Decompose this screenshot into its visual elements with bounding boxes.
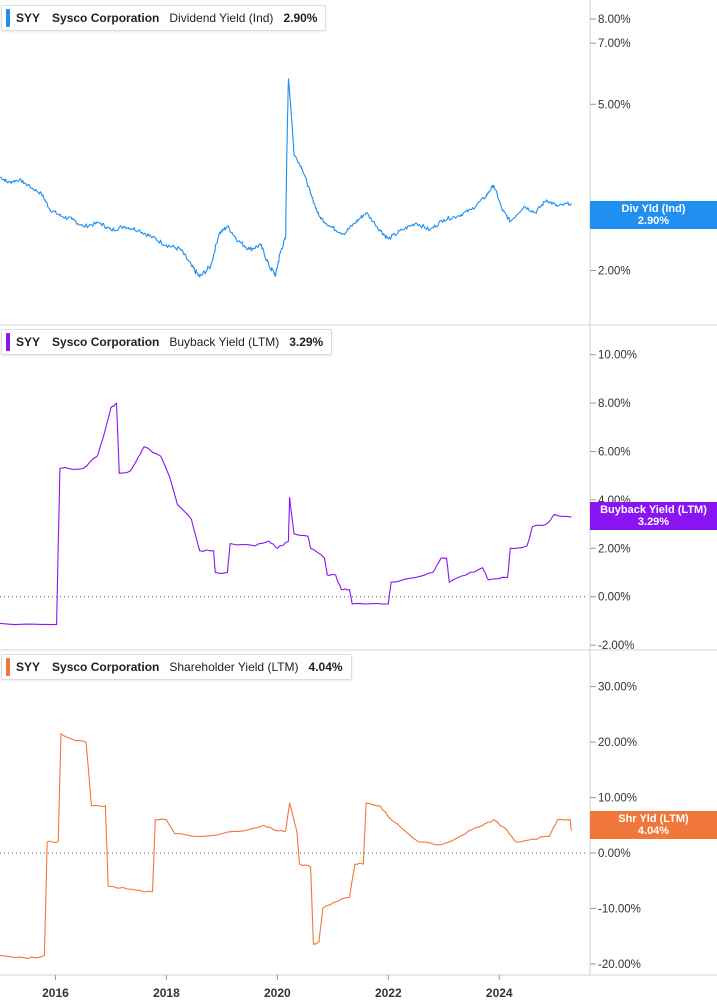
legend-value: 4.04% xyxy=(308,660,343,674)
legend-metric: Dividend Yield (Ind) xyxy=(169,11,274,25)
legend-ticker: SYY xyxy=(16,660,41,674)
legend-value: 2.90% xyxy=(283,11,318,25)
tag-value: 4.04% xyxy=(637,825,670,837)
buyback-series-line xyxy=(0,402,572,626)
tag-label: Shr Yld (LTM) xyxy=(618,813,689,825)
y-tick-label: 8.00% xyxy=(598,14,631,26)
x-tick-label: 2022 xyxy=(375,986,402,1000)
y-tick-label: 0.00% xyxy=(598,848,631,860)
y-tick-label: 8.00% xyxy=(598,398,631,410)
dividend-value-tag: Div Yld (Ind) 2.90% xyxy=(590,201,717,229)
tag-value: 2.90% xyxy=(637,215,670,227)
buyback-swatch xyxy=(6,333,10,351)
y-tick-label: 6.00% xyxy=(598,447,631,459)
legend-value: 3.29% xyxy=(289,335,324,349)
x-tick-label: 2016 xyxy=(42,986,69,1000)
y-tick-label: 7.00% xyxy=(598,38,631,50)
legend-metric: Buyback Yield (LTM) xyxy=(169,335,280,349)
dividend-swatch xyxy=(6,9,10,27)
y-tick-label: 20.00% xyxy=(598,737,637,749)
y-tick-label: 2.00% xyxy=(598,266,631,278)
buyback-value-tag: Buyback Yield (LTM) 3.29% xyxy=(590,502,717,530)
y-tick-label: -10.00% xyxy=(598,903,641,915)
x-tick-label: 2020 xyxy=(264,986,291,1000)
shareholder-series-line xyxy=(0,733,572,959)
legend-company: Sysco Corporation xyxy=(52,335,160,349)
dividend-series-line xyxy=(0,78,572,278)
y-tick-label: 30.00% xyxy=(598,682,637,694)
legend-shareholder: SYY Sysco Corporation Shareholder Yield … xyxy=(1,654,352,680)
legend-buyback: SYY Sysco Corporation Buyback Yield (LTM… xyxy=(1,329,333,355)
x-tick-label: 2024 xyxy=(486,986,513,1000)
x-tick-label: 2018 xyxy=(153,986,180,1000)
y-tick-label: 10.00% xyxy=(598,793,637,805)
y-tick-label: 10.00% xyxy=(598,350,637,362)
tag-label: Div Yld (Ind) xyxy=(621,203,686,215)
y-tick-label: -20.00% xyxy=(598,959,641,971)
y-tick-label: 2.00% xyxy=(598,543,631,555)
legend-ticker: SYY xyxy=(16,335,41,349)
legend-company: Sysco Corporation xyxy=(52,660,160,674)
legend-ticker: SYY xyxy=(16,11,41,25)
legend-company: Sysco Corporation xyxy=(52,11,160,25)
y-tick-label: 5.00% xyxy=(598,99,631,111)
shareholder-swatch xyxy=(6,658,10,676)
tag-value: 3.29% xyxy=(637,516,670,528)
shareholder-value-tag: Shr Yld (LTM) 4.04% xyxy=(590,811,717,839)
legend-dividend: SYY Sysco Corporation Dividend Yield (In… xyxy=(1,5,327,31)
y-tick-label: 0.00% xyxy=(598,592,631,604)
tag-label: Buyback Yield (LTM) xyxy=(600,504,707,516)
legend-metric: Shareholder Yield (LTM) xyxy=(169,660,299,674)
